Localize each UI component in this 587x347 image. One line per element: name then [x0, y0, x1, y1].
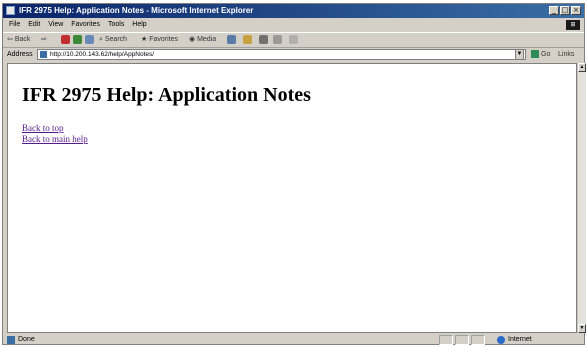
back-button[interactable]: ⇦ Back	[7, 34, 30, 46]
favorites-icon: ★	[141, 36, 148, 43]
address-bar: Address http://10.200.143.62/help/AppNot…	[3, 48, 584, 62]
address-dropdown-icon[interactable]: ▼	[515, 49, 524, 60]
scroll-up-icon[interactable]: ▲	[578, 63, 586, 72]
page-icon	[40, 51, 47, 58]
print-icon[interactable]	[259, 35, 268, 44]
discuss-icon[interactable]	[289, 35, 298, 44]
address-label: Address	[7, 51, 33, 58]
zone-text: Internet	[508, 336, 532, 343]
links-button[interactable]: Links	[558, 49, 574, 61]
refresh-icon[interactable]	[73, 35, 82, 44]
minimize-button[interactable]: _	[549, 6, 559, 15]
mail-icon[interactable]	[243, 35, 252, 44]
search-button[interactable]: ⌕ Search	[99, 34, 127, 46]
search-label: Search	[104, 36, 128, 43]
menu-favorites[interactable]: Favorites	[71, 19, 100, 31]
status-bar: Done Internet	[3, 335, 584, 345]
back-to-top-link[interactable]: Back to top	[22, 123, 64, 133]
internet-zone-icon	[497, 336, 505, 344]
scroll-down-icon[interactable]: ▼	[578, 324, 586, 333]
forward-arrow-icon: ⇨	[41, 36, 47, 43]
history-icon[interactable]	[227, 35, 236, 44]
standard-toolbar: ⇦ Back ⇨ ⌕ Search ★ Favorites ◉ Media	[3, 32, 584, 48]
media-button[interactable]: ◉ Media	[189, 34, 216, 46]
title-bar: IFR 2975 Help: Application Notes - Micro…	[3, 4, 584, 18]
search-icon: ⌕	[99, 36, 103, 43]
media-label: Media	[197, 36, 217, 43]
page-content: IFR 2975 Help: Application Notes Back to…	[7, 63, 577, 333]
window-controls: _ □ ×	[549, 6, 581, 15]
menu-tools[interactable]: Tools	[108, 19, 124, 31]
vertical-scrollbar[interactable]: ▲ ▼	[577, 63, 586, 333]
back-to-main-help-link[interactable]: Back to main help	[22, 134, 88, 144]
browser-window: IFR 2975 Help: Application Notes - Micro…	[2, 3, 586, 345]
address-url: http://10.200.143.62/help/AppNotes/	[50, 51, 155, 58]
menu-help[interactable]: Help	[132, 19, 146, 31]
window-title: IFR 2975 Help: Application Notes - Micro…	[19, 6, 254, 15]
menu-edit[interactable]: Edit	[28, 19, 40, 31]
maximize-button[interactable]: □	[560, 6, 570, 15]
menu-file[interactable]: File	[9, 19, 20, 31]
go-button[interactable]: Go	[531, 49, 550, 61]
media-icon: ◉	[189, 36, 196, 43]
status-panel	[455, 335, 469, 345]
go-label: Go	[541, 51, 551, 58]
back-label: Back	[14, 36, 31, 43]
status-page-icon	[7, 336, 15, 344]
favorites-button[interactable]: ★ Favorites	[141, 34, 178, 46]
favorites-label: Favorites	[149, 36, 179, 43]
back-arrow-icon: ⇦	[7, 36, 13, 43]
home-icon[interactable]	[85, 35, 94, 44]
status-text: Done	[18, 336, 35, 343]
address-input[interactable]: http://10.200.143.62/help/AppNotes/	[37, 49, 526, 60]
menu-view[interactable]: View	[48, 19, 63, 31]
stop-icon[interactable]	[61, 35, 70, 44]
forward-button[interactable]: ⇨	[41, 34, 47, 46]
ie-page-icon	[6, 6, 15, 15]
windows-logo-icon: ⊞	[566, 20, 580, 30]
edit-icon[interactable]	[273, 35, 282, 44]
status-panel	[439, 335, 453, 345]
status-panel	[471, 335, 485, 345]
page-title: IFR 2975 Help: Application Notes	[22, 84, 311, 106]
go-arrow-icon	[531, 50, 539, 59]
close-button[interactable]: ×	[571, 6, 581, 15]
menu-bar: File Edit View Favorites Tools Help ⊞	[3, 19, 584, 31]
